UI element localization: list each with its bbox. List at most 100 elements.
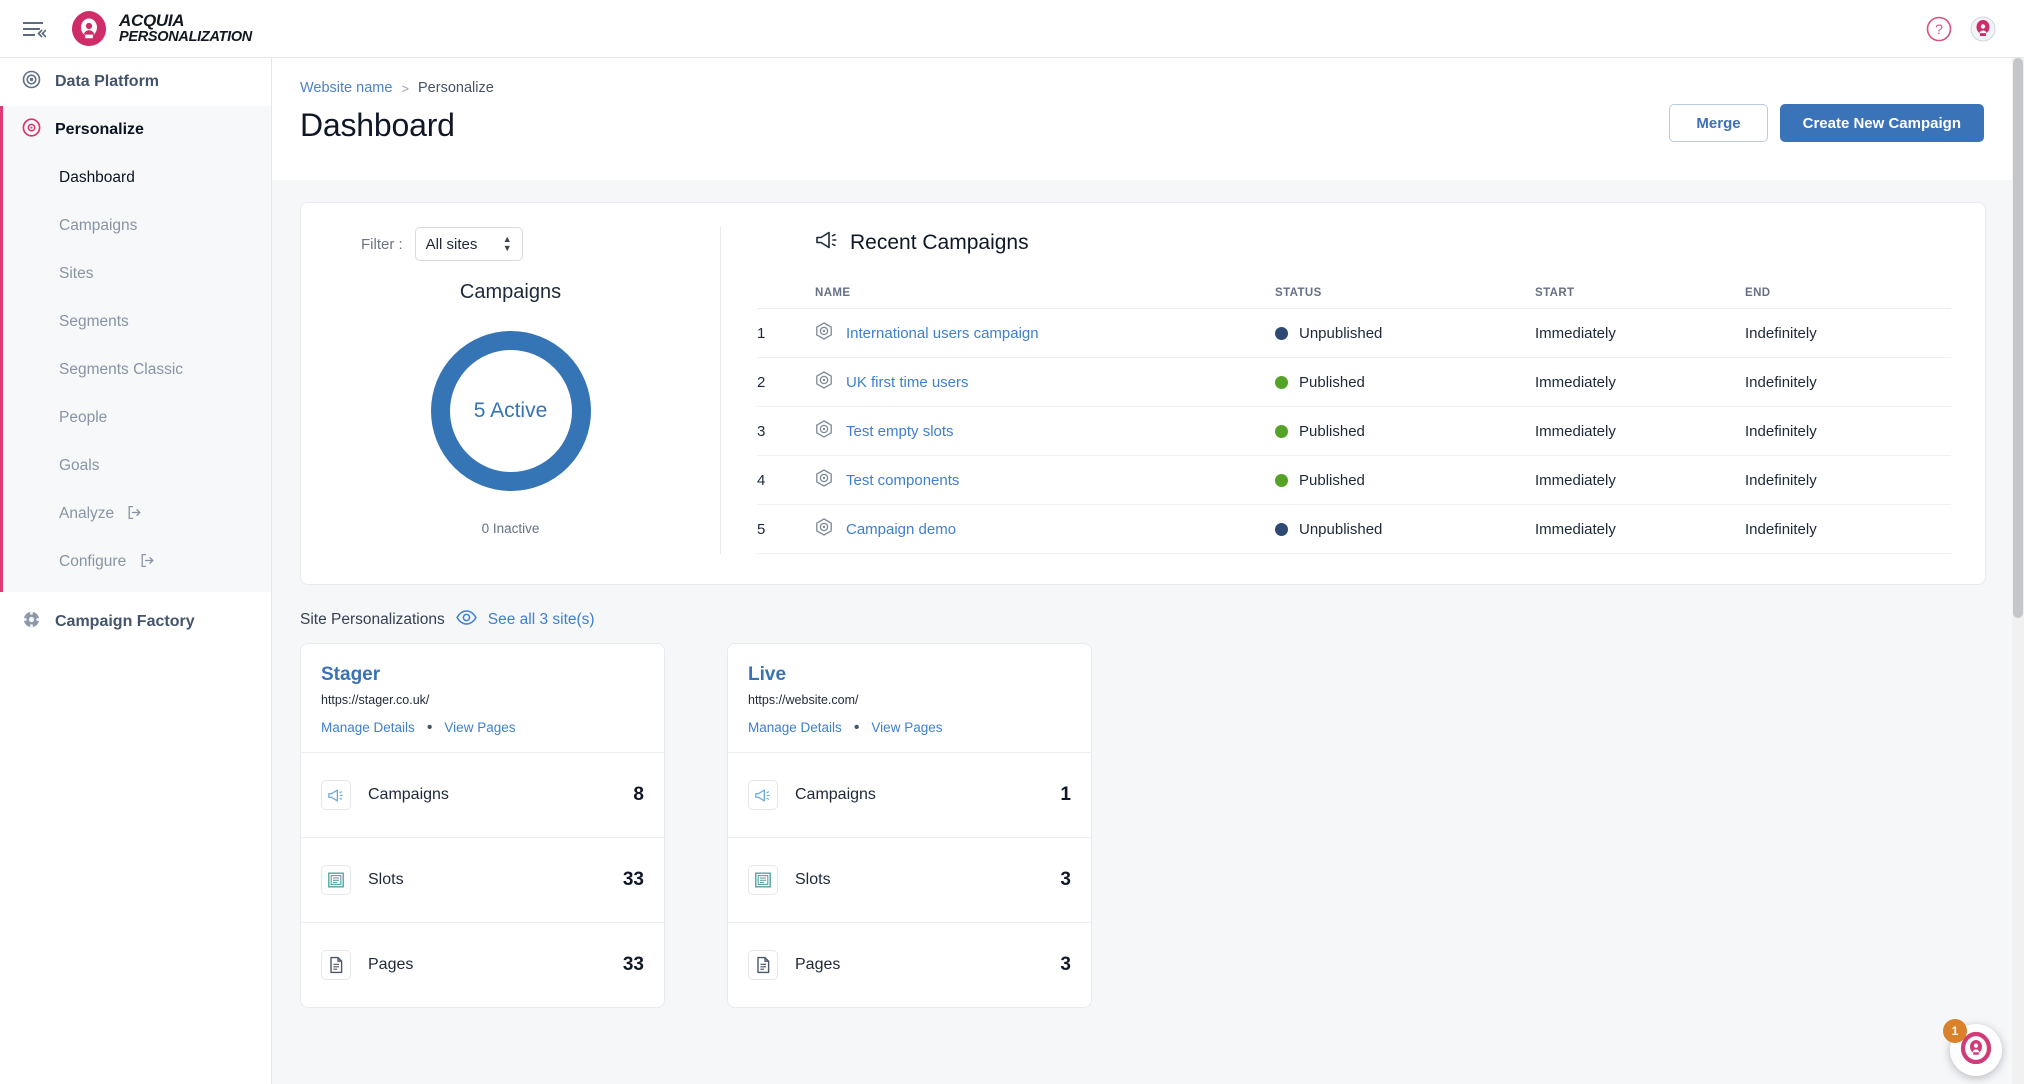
site-personalizations-title: Site Personalizations <box>300 611 445 628</box>
status-dot <box>1275 522 1288 536</box>
manage-details-link[interactable]: Manage Details <box>748 720 842 735</box>
row-status-cell: Published <box>1275 357 1535 407</box>
sidebar-item-campaigns[interactable]: Campaigns <box>3 202 271 250</box>
inactive-count-label: 0 Inactive <box>481 521 540 536</box>
campaign-name-link[interactable]: Test components <box>846 472 959 489</box>
sidebar-item-sites[interactable]: Sites <box>3 250 271 298</box>
site-metric-row-pages[interactable]: Pages 3 <box>728 922 1091 1007</box>
status-label: Unpublished <box>1299 324 1383 342</box>
site-metric-row-campaigns[interactable]: Campaigns 1 <box>728 752 1091 837</box>
breadcrumb: Website name > Personalize <box>300 80 1984 96</box>
sidebar-item-personalize[interactable]: Personalize <box>3 106 271 154</box>
filter-row: Filter : All sites ▲ ▼ <box>301 227 720 261</box>
table-row[interactable]: 4 Test components Published Immediately … <box>757 455 1951 505</box>
megaphone-icon <box>815 229 839 257</box>
row-index: 2 <box>757 357 815 407</box>
row-name-cell: Test empty slots <box>815 406 1275 456</box>
site-filter-select[interactable]: All sites ▲ ▼ <box>414 227 523 261</box>
site-name-link[interactable]: Live <box>748 664 1071 686</box>
sidebar: Data Platform Personalize Dashboard Camp… <box>0 58 272 1084</box>
site-metric-row-pages[interactable]: Pages 33 <box>301 922 664 1007</box>
see-all-sites-link[interactable]: See all 3 site(s) <box>488 611 595 629</box>
table-row[interactable]: 1 International users campaign Unpublish… <box>757 308 1951 358</box>
top-bar-actions: ? <box>1926 16 1996 42</box>
manage-details-link[interactable]: Manage Details <box>321 720 415 735</box>
row-end: Indefinitely <box>1745 406 1951 456</box>
status-dot <box>1275 473 1288 487</box>
table-row[interactable]: 2 UK first time users Published Immediat… <box>757 357 1951 407</box>
table-row[interactable]: 3 Test empty slots Published Immediately… <box>757 406 1951 456</box>
status-dot <box>1275 424 1288 438</box>
table-header: NAME STATUS START END <box>757 279 1951 309</box>
row-status-cell: Unpublished <box>1275 308 1535 358</box>
site-metric-label: Slots <box>795 871 831 888</box>
sidebar-item-goals[interactable]: Goals <box>3 442 271 490</box>
campaign-name-link[interactable]: Test empty slots <box>846 423 954 440</box>
table-header-row: NAME STATUS START END <box>757 279 1951 309</box>
row-status-cell: Unpublished <box>1275 504 1535 554</box>
site-metric-label: Pages <box>368 956 414 973</box>
eye-icon[interactable] <box>455 610 477 630</box>
site-metric-row-slots[interactable]: Slots 3 <box>728 837 1091 922</box>
create-new-campaign-button[interactable]: Create New Campaign <box>1779 104 1984 142</box>
svg-text:?: ? <box>1935 21 1943 37</box>
sidebar-subitem-label: Segments Classic <box>59 361 184 378</box>
site-metric-value: 3 <box>1060 954 1071 975</box>
help-circle-icon[interactable]: ? <box>1926 16 1952 42</box>
overview-card: Filter : All sites ▲ ▼ Campaigns 5 Active… <box>300 202 1986 585</box>
site-metric-row-slots[interactable]: Slots 33 <box>301 837 664 922</box>
recent-campaigns-panel: Recent Campaigns NAME STATUS START END 1… <box>721 227 1985 554</box>
megaphone-icon <box>748 780 778 810</box>
breadcrumb-current: Personalize <box>418 80 494 96</box>
acquia-logo-icon <box>70 10 108 48</box>
row-name-cell: Campaign demo <box>815 504 1275 554</box>
sidebar-item-segments-classic[interactable]: Segments Classic <box>3 346 271 394</box>
site-metric-row-campaigns[interactable]: Campaigns 8 <box>301 752 664 837</box>
sidebar-item-people[interactable]: People <box>3 394 271 442</box>
row-index: 3 <box>757 406 815 456</box>
row-end: Indefinitely <box>1745 504 1951 554</box>
campaign-name-link[interactable]: Campaign demo <box>846 521 956 538</box>
brand-wordmark: ACQUIA PERSONALIZATION <box>119 12 252 44</box>
sidebar-item-dashboard[interactable]: Dashboard <box>3 154 271 202</box>
help-widget-badge: 1 <box>1943 1019 1967 1043</box>
site-personalizations-header: Site Personalizations See all 3 site(s) <box>300 610 1986 630</box>
campaign-name-link[interactable]: International users campaign <box>846 325 1039 342</box>
donut-ring: 5 Active <box>430 330 591 491</box>
main-content: Website name > Personalize Dashboard Mer… <box>272 58 2024 1084</box>
campaigns-donut-chart: 5 Active <box>301 318 720 503</box>
campaigns-chart-title: Campaigns <box>459 281 562 303</box>
table-row[interactable]: 5 Campaign demo Unpublished Immediately … <box>757 504 1951 554</box>
sidebar-item-segments[interactable]: Segments <box>3 298 271 346</box>
campaign-name-link[interactable]: UK first time users <box>846 374 969 391</box>
sidebar-subitem-label: People <box>59 409 108 426</box>
link-separator-icon: • <box>853 718 860 736</box>
sidebar-item-configure[interactable]: Configure <box>3 538 271 586</box>
view-pages-link[interactable]: View Pages <box>444 720 515 735</box>
help-widget-button[interactable]: 1 <box>1943 1019 2002 1076</box>
site-metric-label: Campaigns <box>795 786 876 803</box>
sidebar-item-analyze[interactable]: Analyze <box>3 490 271 538</box>
row-name-cell: Test components <box>815 455 1275 505</box>
site-card-stager: Stager https://stager.co.uk/ Manage Deta… <box>300 643 665 1008</box>
brand-logo-link[interactable]: ACQUIA PERSONALIZATION <box>70 10 252 48</box>
page-scrollbar[interactable] <box>2012 58 2024 1084</box>
dashboard-content: Filter : All sites ▲ ▼ Campaigns 5 Active… <box>272 180 2024 1008</box>
sidebar-item-data-platform[interactable]: Data Platform <box>0 58 271 106</box>
view-pages-link[interactable]: View Pages <box>871 720 942 735</box>
site-metric-value: 33 <box>622 954 644 975</box>
site-name-link[interactable]: Stager <box>321 664 644 686</box>
merge-button[interactable]: Merge <box>1669 104 1768 142</box>
page-header-actions: Merge Create New Campaign <box>1669 104 1984 142</box>
sidebar-item-campaign-factory[interactable]: Campaign Factory <box>0 598 271 646</box>
site-metric-value: 8 <box>633 784 644 805</box>
site-url: https://website.com/ <box>748 693 859 707</box>
slots-icon <box>748 865 778 895</box>
breadcrumb-root-link[interactable]: Website name <box>300 80 392 96</box>
menu-collapse-icon[interactable] <box>14 9 54 49</box>
site-card-header: Stager https://stager.co.uk/ Manage Deta… <box>301 644 664 752</box>
row-end: Indefinitely <box>1745 357 1951 407</box>
scrollbar-thumb[interactable] <box>2013 58 2023 618</box>
user-avatar-icon[interactable] <box>1970 16 1996 42</box>
row-status-cell: Published <box>1275 406 1535 456</box>
